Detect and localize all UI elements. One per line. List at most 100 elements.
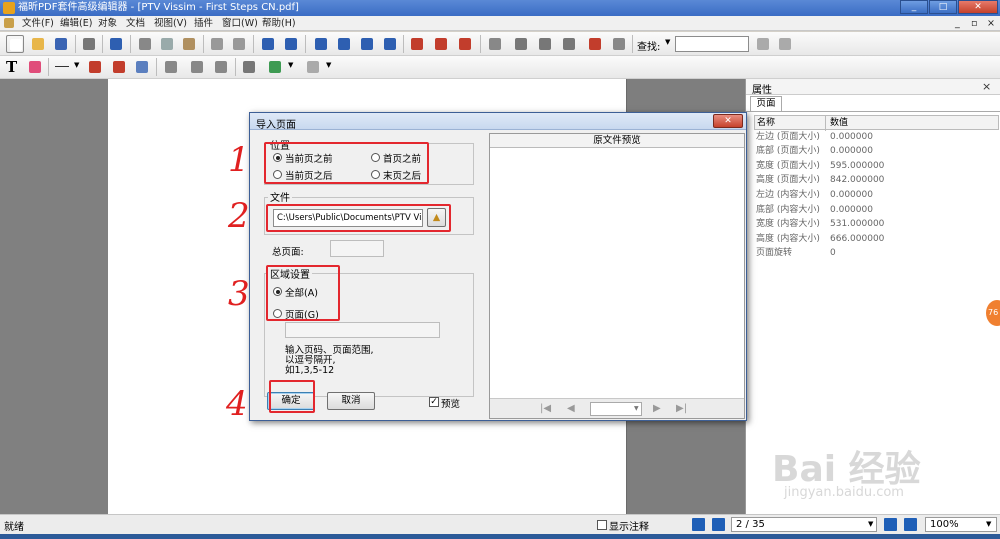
next-page-icon[interactable] <box>358 35 376 53</box>
select-tool-icon[interactable] <box>162 58 180 76</box>
property-row[interactable]: 左边 (页面大小) 0.000000 <box>754 130 999 145</box>
status-prev-page-icon[interactable] <box>712 518 725 531</box>
dialog-close-button[interactable]: ✕ <box>713 114 743 128</box>
line-dropdown-icon[interactable]: ▼ <box>74 61 79 69</box>
insert-page-icon[interactable] <box>408 35 426 53</box>
shape-tool-icon[interactable] <box>86 58 104 76</box>
preview-select-arrow-icon[interactable]: ▼ <box>634 405 639 412</box>
menu-document[interactable]: 文档 <box>126 17 145 30</box>
annotation-number-3: 3 <box>228 274 250 314</box>
range-hint: 输入页码、页面范围, 以逗号隔开, 如1,3,5-12 <box>285 346 374 376</box>
highlight-box-4 <box>269 380 315 413</box>
properties-grid-header: 名称 数值 <box>754 115 999 131</box>
align-icon[interactable] <box>304 58 322 76</box>
prev-page-icon[interactable] <box>335 35 353 53</box>
property-row[interactable]: 左边 (内容大小) 0.000000 <box>754 188 999 203</box>
crop-tool-icon[interactable] <box>188 58 206 76</box>
print-icon[interactable] <box>80 35 98 53</box>
cut-icon[interactable] <box>136 35 154 53</box>
property-row[interactable]: 高度 (内容大小) 666.000000 <box>754 232 999 247</box>
property-value: 0.000000 <box>830 189 873 200</box>
layout-icon[interactable] <box>512 35 530 53</box>
paste-icon[interactable] <box>180 35 198 53</box>
clock-icon[interactable] <box>610 35 628 53</box>
highlight-box-3 <box>266 265 340 321</box>
minimize-button[interactable]: _ <box>900 0 928 14</box>
taskbar <box>0 534 1000 539</box>
property-row[interactable]: 高度 (页面大小) 842.000000 <box>754 173 999 188</box>
mdi-restore-button[interactable]: ▫ <box>971 17 977 30</box>
properties-title: 属性 <box>752 85 772 96</box>
menu-edit[interactable]: 编辑(E) <box>60 17 92 30</box>
redo-icon[interactable] <box>230 35 248 53</box>
delete-page-icon[interactable] <box>456 35 474 53</box>
close-button[interactable]: ✕ <box>958 0 998 14</box>
mdi-minimize-button[interactable]: _ <box>955 17 960 30</box>
status-next-page-icon[interactable] <box>884 518 897 531</box>
property-row[interactable]: 宽度 (页面大小) 595.000000 <box>754 159 999 174</box>
zoom-in-icon[interactable] <box>259 35 277 53</box>
open-folder-icon[interactable] <box>29 35 47 53</box>
mdi-close-button[interactable]: × <box>987 17 995 30</box>
find-next-icon[interactable] <box>776 35 794 53</box>
menu-file[interactable]: 文件(F) <box>22 17 54 30</box>
property-row[interactable]: 底部 (页面大小) 0.000000 <box>754 144 999 159</box>
columns-icon[interactable] <box>536 35 554 53</box>
property-row[interactable]: 页面旋转 0 <box>754 246 999 261</box>
bookmark-icon[interactable] <box>586 35 604 53</box>
show-annotations-label: 显示注释 <box>609 522 649 533</box>
property-value: 0.000000 <box>830 146 873 157</box>
tab-page[interactable]: 页面 <box>750 96 782 111</box>
tools-icon[interactable] <box>240 58 258 76</box>
grid-icon[interactable] <box>560 35 578 53</box>
find-input[interactable] <box>675 36 749 52</box>
page-dropdown-icon[interactable]: ▼ <box>868 520 873 528</box>
text-tool-icon[interactable]: T <box>6 58 17 76</box>
color-tool-icon[interactable] <box>26 58 44 76</box>
preview-last-icon[interactable]: ▶| <box>676 403 687 414</box>
property-name: 底部 (页面大小) <box>756 146 820 157</box>
new-icon[interactable] <box>6 35 24 53</box>
copy-icon[interactable] <box>158 35 176 53</box>
menu-help[interactable]: 帮助(H) <box>262 17 296 30</box>
preview-next-icon[interactable]: ▶ <box>653 403 661 414</box>
menu-object[interactable]: 对象 <box>98 17 117 30</box>
maximize-button[interactable]: □ <box>929 0 957 14</box>
undo-icon[interactable] <box>208 35 226 53</box>
find-dropdown-icon[interactable]: ▼ <box>665 38 670 46</box>
status-last-page-icon[interactable] <box>904 518 917 531</box>
preview-prev-icon[interactable]: ◀ <box>567 403 575 414</box>
file-label: 文件 <box>268 189 292 204</box>
find-prev-icon[interactable] <box>754 35 772 53</box>
property-name: 底部 (内容大小) <box>756 204 820 215</box>
fill-color-icon[interactable] <box>266 58 284 76</box>
pages-range-input[interactable] <box>285 322 440 338</box>
preview-checkbox[interactable]: ✓ <box>429 397 439 407</box>
fill-dropdown-icon[interactable]: ▼ <box>288 61 293 69</box>
line-tool-icon[interactable] <box>55 66 69 67</box>
show-annotations-checkbox[interactable] <box>597 520 607 530</box>
status-first-page-icon[interactable] <box>692 518 705 531</box>
cancel-button[interactable]: 取消 <box>327 392 375 410</box>
property-row[interactable]: 宽度 (内容大小) 531.000000 <box>754 217 999 232</box>
extract-page-icon[interactable] <box>432 35 450 53</box>
property-row[interactable]: 底部 (内容大小) 0.000000 <box>754 203 999 218</box>
last-page-icon[interactable] <box>381 35 399 53</box>
page-number-field[interactable]: 2 / 35 <box>731 517 877 532</box>
image-tool-icon[interactable] <box>110 58 128 76</box>
properties-header: 属性 × <box>746 79 1000 96</box>
menu-plugins[interactable]: 插件 <box>194 17 213 30</box>
menu-view[interactable]: 视图(V) <box>154 17 187 30</box>
resize-tool-icon[interactable] <box>212 58 230 76</box>
properties-close-icon[interactable]: × <box>982 80 991 93</box>
info-icon[interactable] <box>107 35 125 53</box>
menu-window[interactable]: 窗口(W) <box>222 17 258 30</box>
align-dropdown-icon[interactable]: ▼ <box>326 61 331 69</box>
preview-first-icon[interactable]: |◀ <box>540 403 551 414</box>
zoom-dropdown-icon[interactable]: ▼ <box>986 520 991 528</box>
first-page-icon[interactable] <box>312 35 330 53</box>
keyboard-icon[interactable] <box>486 35 504 53</box>
zoom-out-icon[interactable] <box>282 35 300 53</box>
save-icon[interactable] <box>52 35 70 53</box>
object-tool-icon[interactable] <box>133 58 151 76</box>
